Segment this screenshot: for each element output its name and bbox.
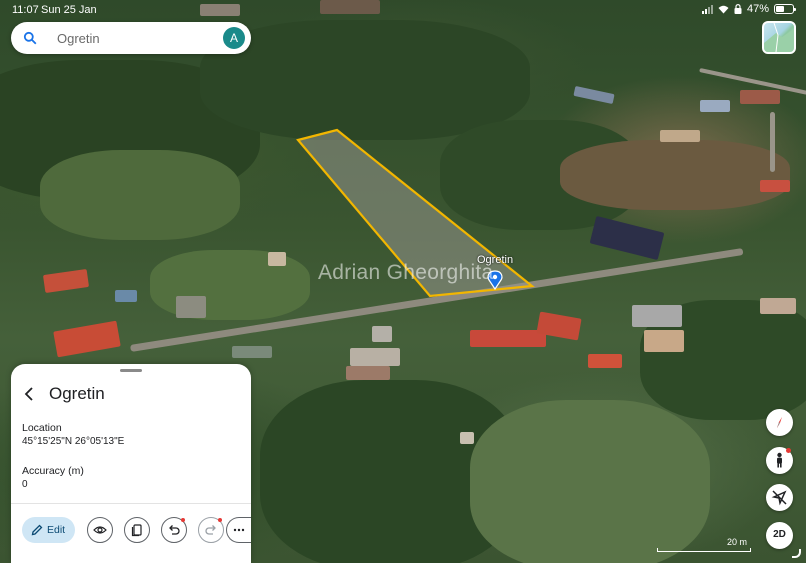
status-bar: 11:07 Sun 25 Jan 47%	[0, 0, 806, 20]
more-icon	[233, 528, 245, 532]
undo-button[interactable]	[161, 517, 187, 543]
search-icon	[23, 31, 37, 45]
battery-icon	[774, 4, 796, 14]
pegman-icon	[777, 452, 782, 468]
redo-button[interactable]	[198, 517, 224, 543]
view-mode-button[interactable]: 2D	[766, 522, 793, 549]
location-button[interactable]	[766, 484, 793, 511]
location-label: Location	[22, 422, 62, 434]
lock-icon	[734, 4, 742, 14]
notification-dot	[786, 448, 791, 453]
undo-icon	[169, 525, 180, 535]
eye-icon	[93, 526, 107, 534]
account-avatar[interactable]: A	[223, 27, 245, 49]
location-off-icon	[771, 490, 787, 506]
place-details-sheet[interactable]: Ogretin Location 45°15'25"N 26°05'13"E A…	[11, 364, 251, 563]
map-layers-button[interactable]	[762, 21, 796, 54]
location-value: 45°15'25"N 26°05'13"E	[22, 436, 125, 447]
more-options-button[interactable]	[226, 517, 251, 543]
status-date: Sun 25 Jan	[41, 4, 97, 16]
status-time: 11:07	[12, 4, 39, 16]
compass-icon	[777, 417, 782, 428]
watermark: Adrian Gheorghita	[318, 261, 494, 284]
duplicate-button[interactable]	[124, 517, 150, 543]
accuracy-value: 0	[22, 479, 28, 490]
battery-percent: 47%	[746, 3, 769, 15]
search-bar[interactable]: Ogretin A	[11, 22, 251, 54]
place-title: Ogretin	[49, 384, 105, 403]
layers-thumbnail-icon	[764, 23, 794, 52]
undo-indicator-dot	[181, 518, 185, 522]
sheet-drag-handle[interactable]	[120, 369, 142, 372]
search-input[interactable]: Ogretin	[57, 31, 100, 46]
edit-button[interactable]: Edit	[22, 517, 75, 543]
signal-icon	[701, 4, 713, 14]
street-view-button[interactable]	[766, 447, 793, 474]
visibility-button[interactable]	[87, 517, 113, 543]
view-mode-label: 2D	[773, 529, 786, 540]
scale-label: 20 m	[727, 537, 748, 547]
wifi-icon	[718, 5, 729, 13]
scale-line	[657, 548, 751, 552]
accuracy-label: Accuracy (m)	[22, 465, 84, 477]
back-arrow-icon[interactable]	[21, 386, 37, 402]
compass-button[interactable]	[766, 409, 793, 436]
redo-icon	[205, 525, 216, 535]
status-right: 47%	[701, 3, 796, 15]
battery-level	[776, 6, 784, 12]
duplicate-icon	[131, 524, 142, 537]
sheet-divider	[11, 503, 251, 504]
edit-button-label: Edit	[47, 524, 66, 536]
pencil-icon	[31, 524, 43, 536]
redo-indicator-dot	[218, 518, 222, 522]
